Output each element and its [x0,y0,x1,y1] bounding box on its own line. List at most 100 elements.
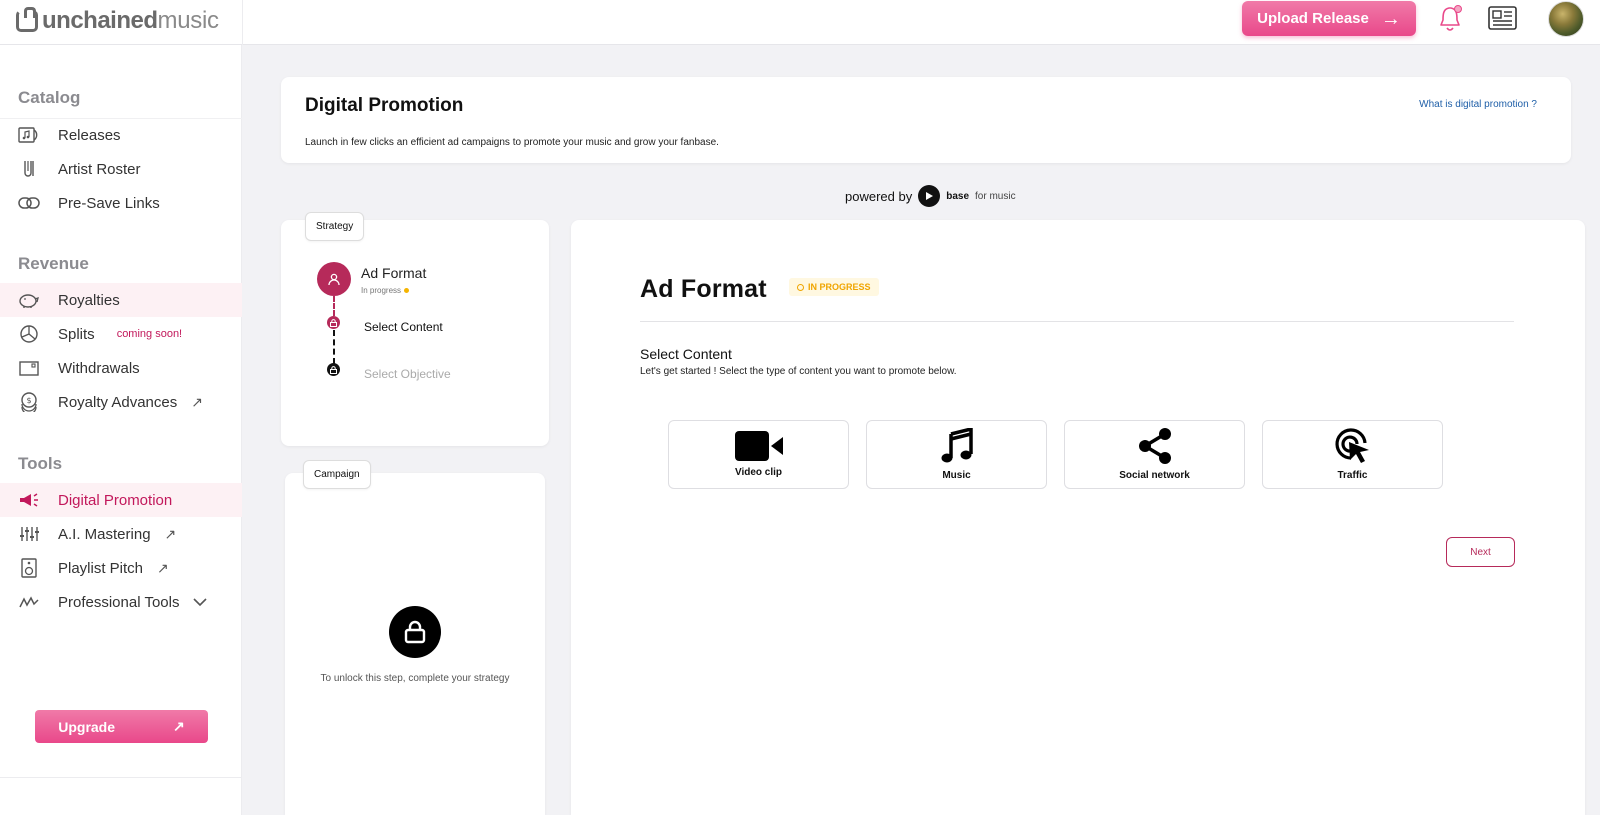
sub-step-select-content[interactable]: Select Content [364,320,443,334]
external-link-icon: ↗ [164,525,177,542]
step-connector [333,330,335,364]
upload-release-label: Upload Release [1257,10,1369,27]
sidebar: Catalog Releases Artist Roster Pre-Save … [0,45,242,815]
sidebar-item-label: Withdrawals [58,359,140,377]
megaphone-icon [18,489,40,511]
select-content-heading: Select Content [640,346,732,362]
option-label: Traffic [1337,470,1368,481]
option-music[interactable]: Music [866,420,1047,489]
section-title: Ad Format [640,275,767,303]
base-brand-bold: base [946,190,970,202]
sidebar-item-professional-tools[interactable]: Professional Tools [0,585,242,619]
campaign-tag: Campaign [303,460,371,489]
option-social-network[interactable]: Social network [1064,420,1245,489]
link-icon [18,192,40,214]
news-icon[interactable] [1488,5,1518,31]
external-link-icon: ↗ [191,393,203,410]
ad-format-card: Ad Format IN PROGRESS Select Content Let… [571,220,1585,815]
sidebar-item-digital-promotion[interactable]: Digital Promotion [0,483,242,517]
divider [242,0,243,45]
page-header-card: Digital Promotion Launch in few clicks a… [281,77,1571,163]
what-is-digital-promotion-link[interactable]: What is digital promotion ? [1419,99,1537,110]
next-button[interactable]: Next [1446,537,1515,567]
sidebar-item-label: Professional Tools [58,593,180,611]
sidebar-item-label: Splits [58,325,95,343]
step-status: In progress [361,286,410,295]
option-label: Music [942,470,971,481]
equalizer-icon [18,523,40,545]
logo-icon [16,7,38,32]
music-note-icon [941,428,973,463]
sidebar-item-label: Playlist Pitch [58,559,144,577]
logo-text-light: music [157,7,219,34]
divider [0,777,242,778]
external-link-icon: ↗ [157,559,169,576]
lock-icon [389,606,441,658]
sidebar-item-playlist-pitch[interactable]: Playlist Pitch ↗ [0,551,242,585]
sidebar-item-label: Royalties [58,291,120,309]
speaker-icon [18,557,40,579]
sidebar-item-splits[interactable]: Splits coming soon! [0,317,242,351]
chevron-down-icon[interactable] [193,594,208,610]
strategy-tag: Strategy [305,212,365,241]
sidebar-item-artist-roster[interactable]: Artist Roster [0,152,242,186]
base-logo-icon [918,185,941,207]
app-logo[interactable]: unchained music [16,6,219,36]
sidebar-item-royalty-advances[interactable]: $ Royalty Advances ↗ [0,385,242,419]
ad-format-step-icon [317,262,351,296]
catalog-section-title: Catalog [18,88,81,107]
upgrade-label: Upgrade [58,718,116,735]
sidebar-item-withdrawals[interactable]: Withdrawals [0,351,242,385]
sidebar-item-releases[interactable]: Releases [0,118,242,152]
sub-step-select-objective: Select Objective [364,367,451,381]
lock-icon [327,316,340,329]
revenue-section-title: Revenue [18,254,89,273]
option-traffic[interactable]: Traffic [1262,420,1443,489]
upload-release-button[interactable]: Upload Release → [1242,1,1416,36]
waveform-icon [18,591,40,613]
sidebar-item-label: Releases [58,126,121,144]
option-video-clip[interactable]: Video clip [668,420,849,489]
pie-chart-icon [18,323,40,345]
status-badge: IN PROGRESS [789,278,879,296]
lock-icon [327,363,340,376]
video-camera-icon [734,431,783,461]
step-title: Ad Format [361,265,427,281]
divider [640,321,1514,322]
coming-soon-badge: coming soon! [116,328,183,340]
page-title: Digital Promotion [305,95,464,116]
step-connector [333,296,335,316]
click-target-icon [1334,428,1369,463]
campaign-card: Campaign To unlock this step, complete y… [285,460,545,815]
powered-by-label: powered by [845,188,913,204]
step-status-label: In progress [361,286,402,295]
wallet-icon [18,357,40,379]
arrow-right-icon: → [1380,7,1401,30]
sidebar-item-label: Pre-Save Links [58,194,160,212]
sidebar-item-royalties[interactable]: Royalties [0,283,242,317]
sidebar-item-ai-mastering[interactable]: A.I. Mastering ↗ [0,517,242,551]
top-bar: unchained music Upload Release → [0,0,1600,45]
sidebar-item-label: A.I. Mastering [58,525,151,543]
powered-by: powered by base for music [845,185,1016,207]
sidebar-item-pre-save-links[interactable]: Pre-Save Links [0,186,242,220]
base-brand-light: for music [975,190,1016,202]
strategy-card: Strategy Ad Format In progress Select Co… [281,212,549,446]
upgrade-button[interactable]: Upgrade ↗ [35,710,208,743]
unlock-message: To unlock this step, complete your strat… [320,673,510,684]
notification-bell-icon[interactable] [1438,4,1464,34]
sidebar-item-label: Digital Promotion [58,491,173,509]
user-avatar[interactable] [1548,1,1584,37]
svg-text:$: $ [27,396,32,405]
status-label: IN PROGRESS [808,282,871,292]
artist-roster-icon [18,158,40,180]
releases-icon [18,124,40,146]
option-label: Social network [1119,470,1190,481]
option-label: Video clip [734,467,783,478]
status-ring-icon [797,283,804,291]
page-subtitle: Launch in few clicks an efficient ad cam… [305,137,719,148]
logo-text-bold: unchained [42,7,158,34]
tools-section-title: Tools [18,454,63,473]
sidebar-item-label: Royalty Advances [58,393,178,411]
select-content-description: Let's get started ! Select the type of c… [640,366,957,377]
